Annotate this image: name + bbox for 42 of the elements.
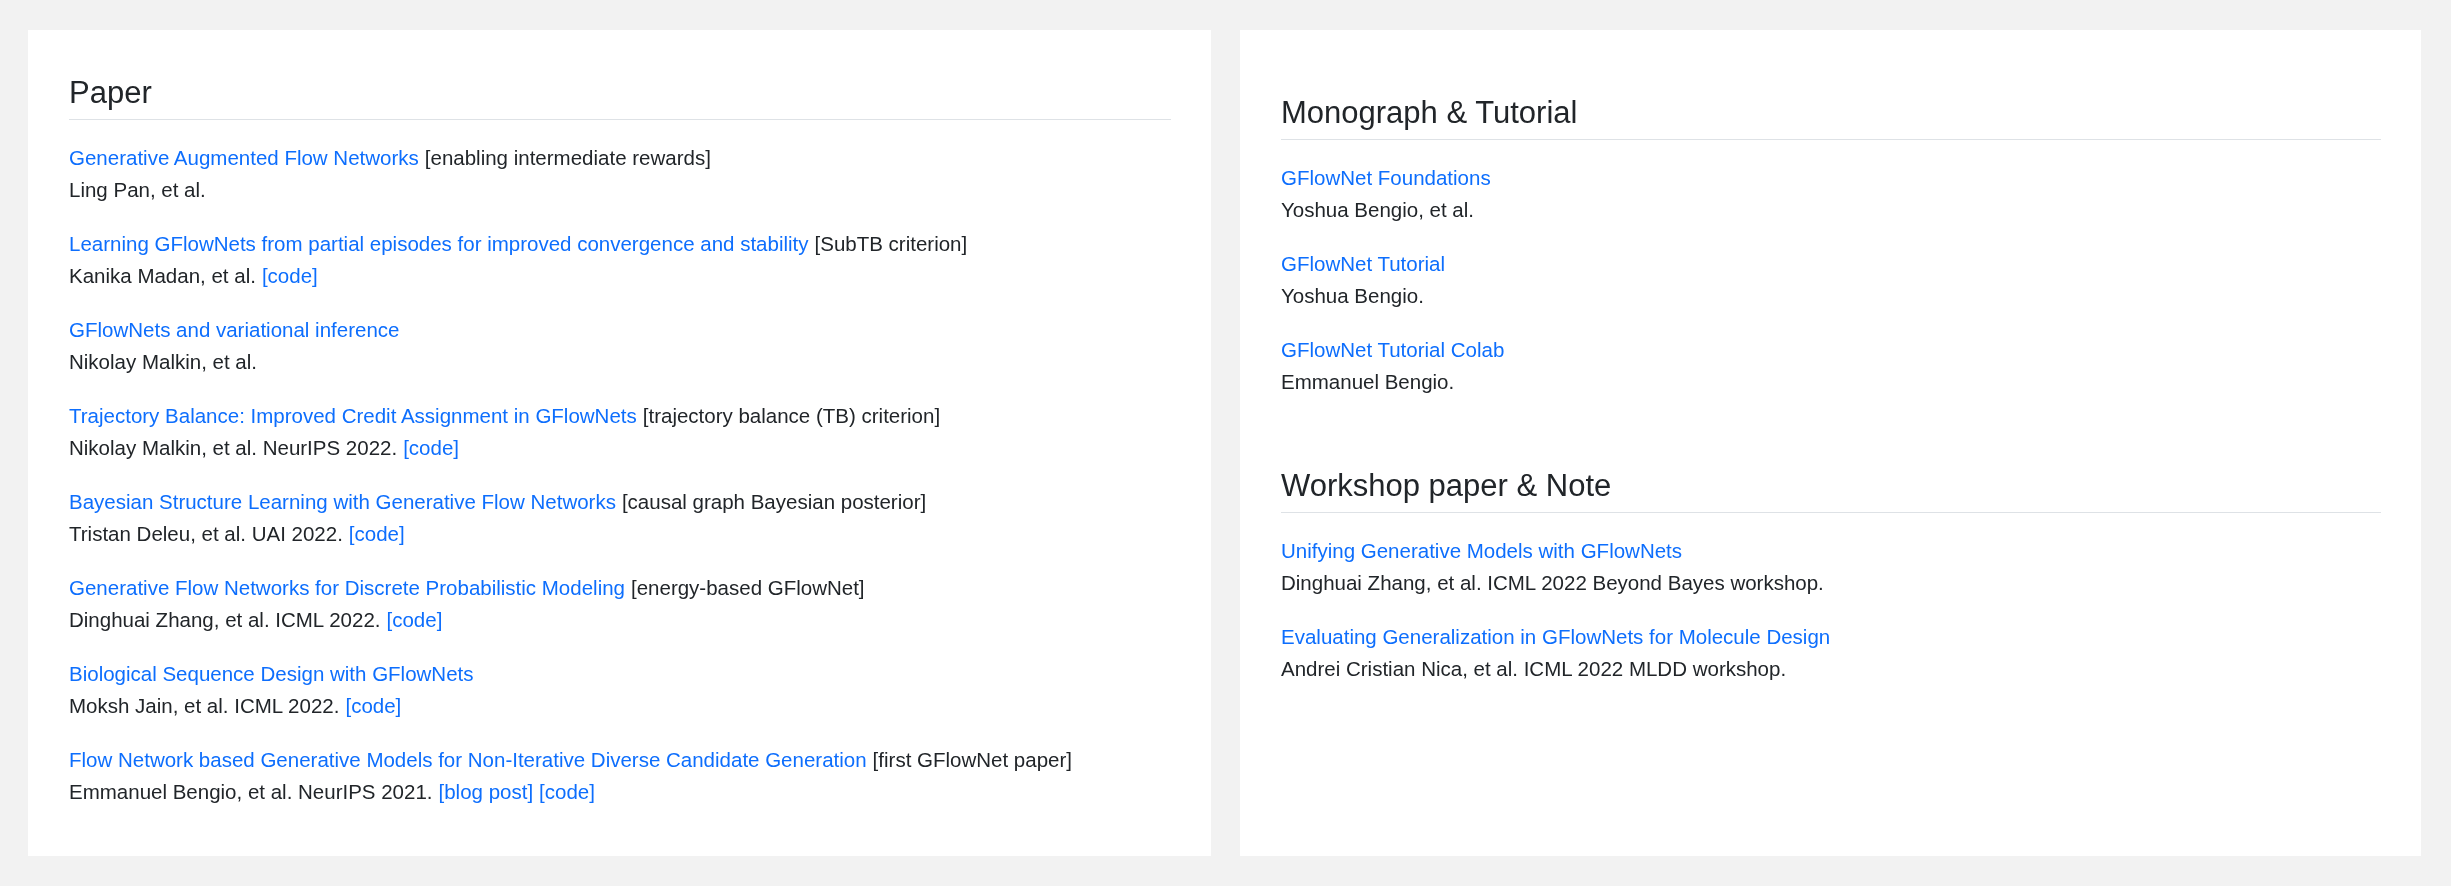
author-text: Dinghuai Zhang, et al. ICML 2022.	[69, 607, 381, 633]
paper-title-link[interactable]: GFlowNet Tutorial	[1281, 248, 1446, 280]
paper-title-link[interactable]: Unifying Generative Models with GFlowNets	[1281, 535, 1683, 567]
paper-title-link[interactable]: Bayesian Structure Learning with Generative Flow Networks	[69, 486, 616, 518]
paper-title-link[interactable]: Trajectory Balance: Improved Credit Assignment in GFlowNets	[69, 400, 637, 432]
author-text: Emmanuel Bengio.	[1281, 369, 1455, 395]
paper-note: [first GFlowNet paper]	[872, 747, 1072, 773]
author-text: Kanika Madan, et al.	[69, 263, 256, 289]
resource-link[interactable]: [code]	[345, 690, 402, 722]
section-heading: Monograph & Tutorial	[1281, 93, 2381, 140]
resource-link[interactable]: [blog post]	[438, 776, 534, 808]
resource-link[interactable]: [code]	[539, 776, 595, 808]
author-text: Nikolay Malkin, et al. NeurIPS 2022.	[69, 435, 398, 461]
paper-title-link[interactable]: Evaluating Generalization in GFlowNets for Molecule Design	[1281, 621, 1831, 653]
paper-title-link[interactable]: Generative Augmented Flow Networks	[69, 142, 419, 174]
author-text: Dinghuai Zhang, et al. ICML 2022 Beyond Bayes workshop.	[1281, 570, 1824, 596]
author-text: Yoshua Bengio, et al.	[1281, 197, 1474, 223]
paper-note: [causal graph Bayesian posterior]	[621, 489, 927, 515]
paper-title-link[interactable]: GFlowNet Tutorial Colab	[1281, 334, 1505, 366]
section-heading: Workshop paper & Note	[1281, 466, 2381, 513]
paper-title-link[interactable]: Biological Sequence Design with GFlowNets	[69, 658, 474, 690]
author-text: Emmanuel Bengio, et al. NeurIPS 2021.	[69, 779, 433, 805]
paper-title-link[interactable]: GFlowNet Foundations	[1281, 162, 1491, 194]
author-text: Nikolay Malkin, et al.	[69, 349, 257, 375]
resource-link[interactable]: [code]	[348, 518, 405, 550]
paper-note: [energy-based GFlowNet]	[631, 575, 865, 601]
author-text: Tristan Deleu, et al. UAI 2022.	[69, 521, 343, 547]
paper-title-link[interactable]: Generative Flow Networks for Discrete Probabilistic Modeling	[69, 572, 625, 604]
resource-link[interactable]: [code]	[261, 260, 318, 292]
author-text: Yoshua Bengio.	[1281, 283, 1424, 309]
paper-title-link[interactable]: Learning GFlowNets from partial episodes for improved convergence and stability	[69, 228, 809, 260]
section-heading: Paper	[69, 73, 1171, 120]
paper-note: [SubTB criterion]	[814, 231, 968, 257]
author-text: Moksh Jain, et al. ICML 2022.	[69, 693, 340, 719]
paper-note: [trajectory balance (TB) criterion]	[642, 403, 941, 429]
resource-link[interactable]: [code]	[403, 432, 459, 464]
paper-title-link[interactable]: Flow Network based Generative Models for Non-Iterative Diverse Candidate Generation	[69, 744, 867, 776]
author-text: Ling Pan, et al.	[69, 177, 206, 203]
paper-title-link[interactable]: GFlowNets and variational inference	[69, 314, 400, 346]
author-text: Andrei Cristian Nica, et al. ICML 2022 MLDD workshop.	[1281, 656, 1787, 682]
paper-note: [enabling intermediate rewards]	[424, 145, 711, 171]
resource-link[interactable]: [code]	[386, 604, 443, 636]
